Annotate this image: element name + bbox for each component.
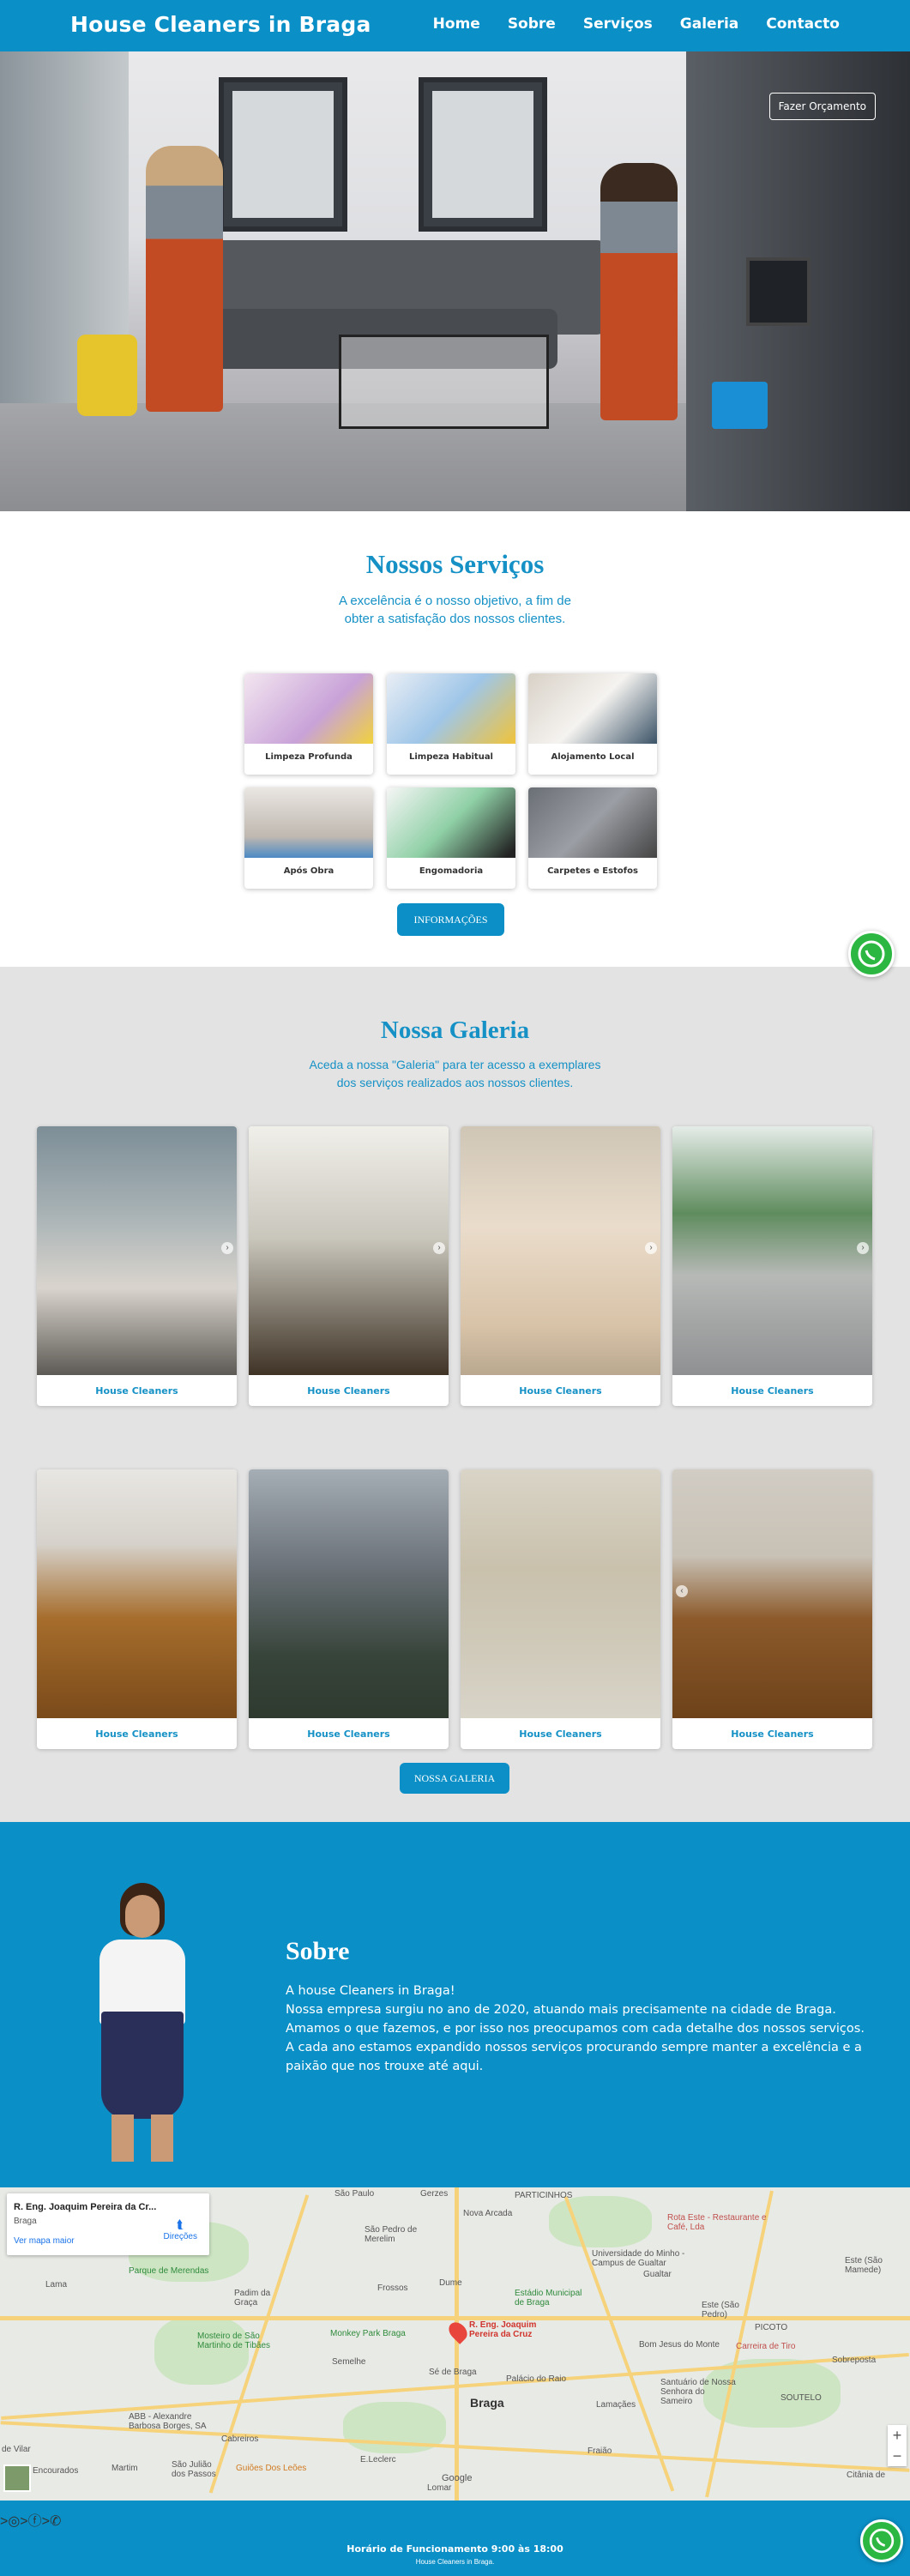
hero-image-cleaners-living-room xyxy=(0,51,910,511)
service-label: Alojamento Local xyxy=(551,752,635,762)
chevron-right-icon[interactable]: › xyxy=(645,1242,657,1254)
services-subtitle-line2: obter a satisfação dos nossos clientes. xyxy=(344,612,566,626)
service-label: Limpeza Profunda xyxy=(265,752,353,762)
zoom-out-button[interactable]: − xyxy=(888,2446,907,2466)
gallery-card[interactable]: › House Cleaners xyxy=(672,1126,872,1406)
gallery-title: Nossa Galeria xyxy=(380,1017,530,1044)
gallery-card-label: House Cleaners xyxy=(307,1385,390,1397)
whatsapp-icon xyxy=(869,2528,895,2554)
satellite-toggle[interactable] xyxy=(3,2464,31,2492)
nav-galeria[interactable]: Galeria xyxy=(680,15,738,33)
staff-photo xyxy=(75,1883,213,2162)
gallery-card-label: House Cleaners xyxy=(519,1385,602,1397)
window-right xyxy=(419,77,547,232)
gallery-card-label: House Cleaners xyxy=(731,1385,814,1397)
fireplace xyxy=(746,257,811,326)
gallery-subtitle-line2: dos serviços realizados aos nossos clien… xyxy=(336,1076,574,1089)
gallery-card-label: House Cleaners xyxy=(731,1728,814,1740)
chevron-right-icon[interactable]: › xyxy=(221,1242,233,1254)
brand-logo-text[interactable]: House Cleaners in Braga xyxy=(70,12,371,37)
whatsapp-float-button[interactable] xyxy=(848,931,895,977)
service-card[interactable]: Engomadoria xyxy=(387,787,515,889)
window-left xyxy=(219,77,347,232)
map-pin-icon[interactable] xyxy=(445,2319,471,2344)
blue-bucket xyxy=(712,382,768,429)
coffee-table xyxy=(339,335,549,429)
service-label: Carpetes e Estofos xyxy=(547,866,638,876)
nav-home[interactable]: Home xyxy=(433,15,480,33)
service-label: Limpeza Habitual xyxy=(409,752,493,762)
about-text: A house Cleaners in Braga! Nossa empresa… xyxy=(286,1984,865,2073)
service-card[interactable]: Após Obra xyxy=(244,787,373,889)
main-nav: Home Sobre Serviços Galeria Contacto xyxy=(406,15,840,33)
service-card[interactable]: Carpetes e Estofos xyxy=(528,787,657,889)
gallery-card-label: House Cleaners xyxy=(519,1728,602,1740)
gallery-card-label: House Cleaners xyxy=(307,1728,390,1740)
opening-hours: Horário de Funcionamento 9:00 às 18:00 xyxy=(347,2543,563,2555)
gallery-card[interactable]: › House Cleaners xyxy=(249,1126,449,1406)
vacuum-cleaner xyxy=(77,335,137,416)
gallery-card[interactable]: ‹ House Cleaners xyxy=(672,1469,872,1749)
nav-contacto[interactable]: Contacto xyxy=(766,15,840,33)
gallery-card[interactable]: House Cleaners xyxy=(461,1469,660,1749)
gallery-subtitle-line1: Aceda a nossa "Galeria" para ter acesso … xyxy=(309,1058,601,1071)
chevron-right-icon[interactable]: › xyxy=(857,1242,869,1254)
gallery-card[interactable]: House Cleaners xyxy=(249,1469,449,1749)
whatsapp-icon xyxy=(858,940,885,968)
gallery-card-label: House Cleaners xyxy=(95,1385,178,1397)
site-header: House Cleaners in Braga Home Sobre Servi… xyxy=(0,0,910,51)
chevron-left-icon[interactable]: ‹ xyxy=(676,1585,688,1597)
quote-button[interactable]: Fazer Orçamento xyxy=(768,93,876,120)
social-links-icons[interactable]: >◎>ⓕ>✆ xyxy=(0,2514,61,2529)
directions-link[interactable]: ⮬ Direções xyxy=(164,2217,197,2241)
services-subtitle-line1: A excelência é o nosso objetivo, a fim d… xyxy=(339,594,571,608)
service-label: Engomadoria xyxy=(419,866,484,876)
directions-icon: ⮬ xyxy=(177,2217,184,2231)
social-icons[interactable]: >◎>ⓕ>✆ xyxy=(0,2509,910,2535)
gallery-button[interactable]: NOSSA GALERIA xyxy=(400,1763,509,1794)
services-title: Nossos Serviços xyxy=(365,549,545,579)
cleaner-person-left xyxy=(146,146,223,412)
gallery-card[interactable]: › House Cleaners xyxy=(461,1126,660,1406)
map-place-title: R. Eng. Joaquim Pereira da Cr... xyxy=(14,2202,157,2212)
larger-map-link[interactable]: Ver mapa maior xyxy=(14,2236,75,2246)
gallery-card[interactable]: › House Cleaners xyxy=(37,1126,237,1406)
map-place-card: R. Eng. Joaquim Pereira da Cr... Braga V… xyxy=(7,2193,209,2255)
nav-sobre[interactable]: Sobre xyxy=(508,15,556,33)
chevron-right-icon[interactable]: › xyxy=(433,1242,445,1254)
service-card[interactable]: Limpeza Profunda xyxy=(244,673,373,775)
gallery-card[interactable]: House Cleaners xyxy=(37,1469,237,1749)
cleaner-person-right xyxy=(600,163,678,420)
map-place-city: Braga xyxy=(14,2217,37,2226)
service-label: Após Obra xyxy=(283,866,334,876)
nav-servicos[interactable]: Serviços xyxy=(583,15,653,33)
service-card[interactable]: Limpeza Habitual xyxy=(387,673,515,775)
about-title: Sobre xyxy=(286,1937,350,1965)
gallery-card-label: House Cleaners xyxy=(95,1728,178,1740)
footer-brand: House Cleaners in Braga. xyxy=(415,2558,495,2566)
service-card[interactable]: Alojamento Local xyxy=(528,673,657,775)
zoom-in-button[interactable]: + xyxy=(888,2425,907,2446)
services-info-button[interactable]: INFORMAÇÕES xyxy=(397,903,504,936)
whatsapp-float-button[interactable] xyxy=(860,2519,903,2562)
